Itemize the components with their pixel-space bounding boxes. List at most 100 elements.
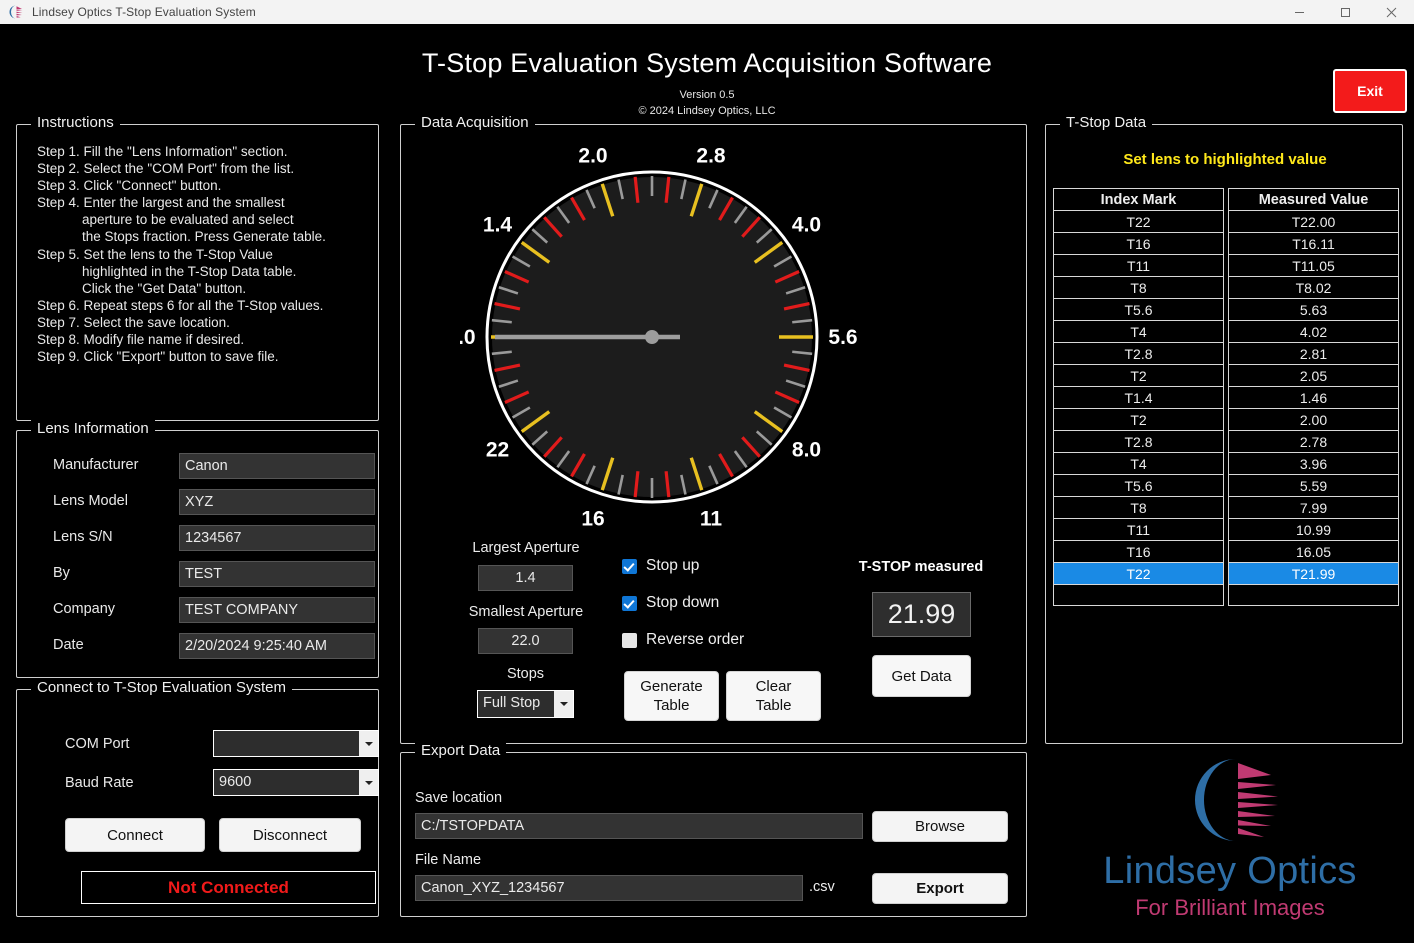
chevron-down-icon[interactable] <box>359 731 378 756</box>
table-row[interactable]: 2.78 <box>1228 430 1399 452</box>
stop-up-checkbox-row[interactable]: Stop up <box>622 557 699 575</box>
table-row[interactable]: 10.99 <box>1228 518 1399 540</box>
table-row[interactable]: T11 <box>1053 254 1224 276</box>
table-row[interactable]: 4.02 <box>1228 320 1399 342</box>
table-row[interactable]: 5.63 <box>1228 298 1399 320</box>
largest-aperture-input[interactable]: 1.4 <box>478 565 573 591</box>
close-icon[interactable] <box>1368 0 1414 24</box>
gauge-tick-label: 2.8 <box>696 147 726 167</box>
table-row[interactable]: T1.4 <box>1053 386 1224 408</box>
maximize-icon[interactable] <box>1322 0 1368 24</box>
tstop-measured-value: 21.99 <box>872 592 971 637</box>
stops-select[interactable]: Full Stop <box>477 690 574 718</box>
chevron-down-icon[interactable] <box>359 770 378 795</box>
disconnect-button[interactable]: Disconnect <box>219 818 361 852</box>
table-row[interactable]: T5.6 <box>1053 474 1224 496</box>
lens-field-input[interactable]: Canon <box>179 453 375 479</box>
table-row[interactable]: T2 <box>1053 408 1224 430</box>
smallest-aperture-input[interactable]: 22.0 <box>478 628 573 654</box>
chevron-down-icon[interactable] <box>554 691 573 717</box>
table-row[interactable]: 2.81 <box>1228 342 1399 364</box>
gauge-tick-label: 16 <box>581 508 604 531</box>
logo-company-name: Lindsey Optics <box>1103 850 1357 892</box>
file-extension-label: .csv <box>809 879 835 895</box>
table-row[interactable]: T5.6 <box>1053 298 1224 320</box>
export-data-legend: Export Data <box>415 742 507 759</box>
lens-field-row: Lens S/N 1234567 <box>31 525 375 554</box>
table-row[interactable]: T2.8 <box>1053 342 1224 364</box>
lens-field-row: By TEST <box>31 561 375 590</box>
table-row[interactable]: 5.59 <box>1228 474 1399 496</box>
table-row[interactable]: T4 <box>1053 452 1224 474</box>
tstop-index-mark-column: Index Mark T22 T16 T11 T8 T5.6 T4 T2.8 T2 T1.4 T2 T… <box>1053 188 1224 606</box>
table-row[interactable]: T2 <box>1053 364 1224 386</box>
lens-field-input[interactable]: 2/20/2024 9:25:40 AM <box>179 633 375 659</box>
stop-down-checkbox[interactable] <box>622 595 637 611</box>
table-row[interactable]: T8 <box>1053 276 1224 298</box>
table-row[interactable]: T22.00 <box>1228 210 1399 232</box>
com-port-select[interactable] <box>213 730 379 757</box>
tstop-table-header: Measured Value <box>1228 188 1399 210</box>
table-row[interactable]: T2.8 <box>1053 430 1224 452</box>
table-row[interactable]: T8 <box>1053 496 1224 518</box>
smallest-aperture-label: Smallest Aperture <box>468 604 584 620</box>
get-data-button[interactable]: Get Data <box>872 655 971 697</box>
instruction-line: Step 1. Fill the "Lens Information" sect… <box>37 144 288 159</box>
table-row[interactable]: 3.96 <box>1228 452 1399 474</box>
reverse-order-checkbox-row[interactable]: Reverse order <box>622 631 744 649</box>
lens-field-input[interactable]: XYZ <box>179 489 375 515</box>
export-data-panel: Export Data Save location C:/TSTOPDATA B… <box>400 742 1027 917</box>
table-row[interactable]: T11.05 <box>1228 254 1399 276</box>
file-name-input[interactable]: Canon_XYZ_1234567 <box>415 875 803 901</box>
largest-aperture-label: Largest Aperture <box>472 540 580 556</box>
save-location-input[interactable]: C:/TSTOPDATA <box>415 813 863 839</box>
connect-button[interactable]: Connect <box>65 818 205 852</box>
gauge-tick-label: 22 <box>486 438 509 461</box>
minimize-icon[interactable] <box>1276 0 1322 24</box>
table-row[interactable]: T16.11 <box>1228 232 1399 254</box>
lens-field-row: Manufacturer Canon <box>31 453 375 482</box>
table-row[interactable]: 16.05 <box>1228 540 1399 562</box>
instructions-list: Step 1. Fill the "Lens Information" sect… <box>37 143 370 365</box>
reverse-order-checkbox[interactable] <box>622 632 637 648</box>
clear-table-button[interactable]: Clear Table <box>726 671 821 721</box>
instruction-line: aperture to be evaluated and select <box>37 212 294 228</box>
table-row[interactable]: T21.99 <box>1228 562 1399 584</box>
lens-field-input[interactable]: 1234567 <box>179 525 375 551</box>
table-row[interactable]: 7.99 <box>1228 496 1399 518</box>
gauge-tick-label: 5.6 <box>828 326 857 349</box>
lens-field-input[interactable]: TEST <box>179 561 375 587</box>
tstop-table-header: Index Mark <box>1053 188 1224 210</box>
table-row[interactable]: T11 <box>1053 518 1224 540</box>
generate-table-button[interactable]: Generate Table <box>624 671 719 721</box>
lens-field-input[interactable]: TEST COMPANY <box>179 597 375 623</box>
table-row[interactable] <box>1228 584 1399 606</box>
baud-rate-select[interactable]: 9600 <box>213 769 379 796</box>
instruction-line: Step 9. Click "Export" button to save fi… <box>37 349 279 365</box>
export-button[interactable]: Export <box>872 873 1008 904</box>
browse-button[interactable]: Browse <box>872 811 1008 842</box>
table-row[interactable]: 2.00 <box>1228 408 1399 430</box>
stop-up-checkbox[interactable] <box>622 558 637 574</box>
gauge-tick-label: 2.0 <box>578 147 607 167</box>
lens-field-row: Company TEST COMPANY <box>31 597 375 626</box>
gauge-tick-label: 8.0 <box>792 438 821 461</box>
table-row[interactable]: T4 <box>1053 320 1224 342</box>
clear-table-label-line2: Table <box>755 697 792 714</box>
exit-button[interactable]: Exit <box>1333 69 1407 113</box>
table-row[interactable]: T16 <box>1053 232 1224 254</box>
instruction-line: Step 8. Modify file name if desired. <box>37 332 245 348</box>
table-row[interactable]: T8.02 <box>1228 276 1399 298</box>
table-row[interactable]: 1.46 <box>1228 386 1399 408</box>
clear-table-label-line1: Clear <box>755 678 792 695</box>
tstop-data-table: Index Mark T22 T16 T11 T8 T5.6 T4 T2.8 T2 T1.4 T2 T… <box>1053 188 1399 606</box>
table-row[interactable]: T22 <box>1053 562 1224 584</box>
gauge-tick-label: 4.0 <box>792 214 821 237</box>
table-row[interactable]: T22 <box>1053 210 1224 232</box>
table-row[interactable] <box>1053 584 1224 606</box>
stop-down-checkbox-row[interactable]: Stop down <box>622 594 719 612</box>
instruction-line: Step 3. Click "Connect" button. <box>37 178 222 194</box>
connection-status-badge: Not Connected <box>81 871 376 904</box>
table-row[interactable]: T16 <box>1053 540 1224 562</box>
table-row[interactable]: 2.05 <box>1228 364 1399 386</box>
